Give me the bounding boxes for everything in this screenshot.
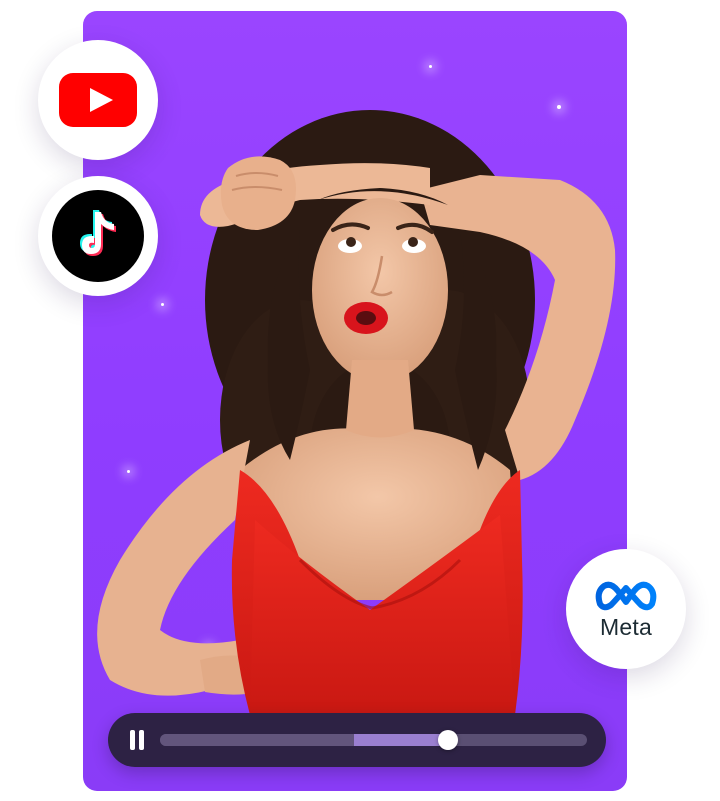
meta-label: Meta	[600, 613, 652, 640]
sparkle	[161, 303, 164, 306]
pause-button[interactable]	[128, 730, 146, 750]
youtube-badge[interactable]	[38, 40, 158, 160]
sparkle	[207, 646, 210, 649]
pause-icon	[139, 730, 144, 750]
pause-icon	[130, 730, 135, 750]
tiktok-badge[interactable]	[38, 176, 158, 296]
youtube-icon	[59, 73, 137, 127]
sparkle	[127, 470, 130, 473]
meta-badge[interactable]: Meta	[566, 549, 686, 669]
video-card	[83, 11, 627, 791]
sparkle	[429, 65, 432, 68]
progress-thumb[interactable]	[438, 730, 459, 750]
played-segment	[354, 734, 449, 746]
progress-track[interactable]	[160, 730, 587, 750]
video-controls	[108, 713, 606, 767]
promo-stage: Meta	[0, 0, 720, 801]
meta-infinity-icon	[595, 581, 657, 610]
sparkle	[557, 105, 561, 109]
tiktok-icon	[52, 190, 144, 282]
